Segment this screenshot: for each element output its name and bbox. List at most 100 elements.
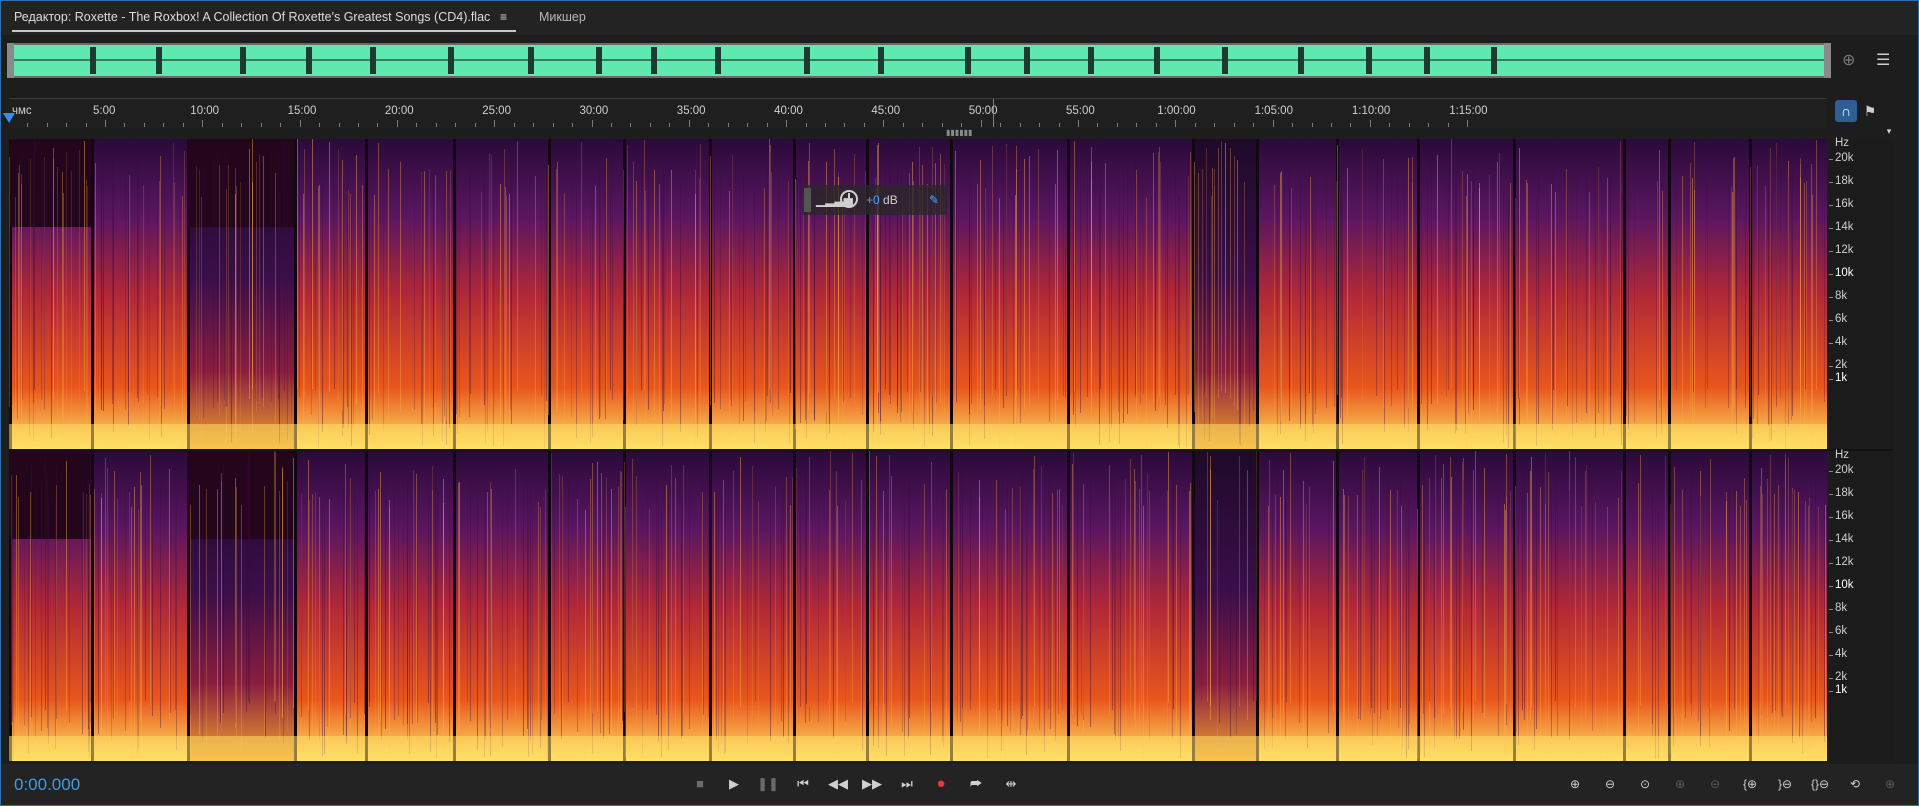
frequency-tick [1829, 563, 1833, 564]
ruler-tick-mark [1136, 123, 1138, 127]
zoom-out-full-button[interactable]: {}⊖ [1806, 773, 1834, 795]
frequency-tick [1829, 678, 1833, 679]
overview-right-handle[interactable] [1824, 43, 1831, 78]
ruler-tick-mark [649, 123, 651, 127]
zoom-out-frequency-button[interactable]: ⊖ [1701, 773, 1729, 795]
overview-left-handle[interactable] [7, 43, 14, 78]
ruler-tick-mark [455, 123, 457, 127]
go-to-start-button[interactable]: ⏮ [790, 773, 816, 795]
panel-layout-icon[interactable]: ☰ [1876, 50, 1890, 70]
ruler-tick-mark [299, 120, 301, 127]
ruler-tick-label: 25:00 [482, 105, 511, 117]
ruler-tick-mark [416, 123, 418, 127]
scroll-grip[interactable]: ▮▮▮▮▮▮ [946, 128, 976, 137]
ruler-tick-mark [610, 123, 612, 127]
zoom-to-selection-button[interactable]: ⊕ [1876, 773, 1904, 795]
zoom-in-frequency-button[interactable]: ⊕ [1666, 773, 1694, 795]
ruler-tick-label: 1:10:00 [1351, 105, 1391, 117]
ruler-tick-mark [591, 120, 593, 127]
ruler-tick-mark [182, 123, 184, 127]
zoom-reset-button[interactable]: ⊙ [1631, 773, 1659, 795]
ruler-tick-mark [1330, 123, 1332, 127]
ruler-tick-mark [572, 123, 574, 127]
ruler-tick-mark [513, 123, 515, 127]
ruler-tick-label: 30:00 [579, 105, 609, 117]
frequency-label: 14k [1835, 221, 1854, 233]
frequency-tick [1829, 586, 1833, 587]
volume-knob[interactable] [840, 190, 858, 208]
frequency-label: 18k [1835, 175, 1854, 187]
go-to-end-button[interactable]: ⏭ [894, 773, 920, 795]
ruler-tick-mark [357, 123, 359, 127]
frequency-tick [1829, 471, 1833, 472]
pin-icon[interactable]: ✎ [929, 193, 939, 207]
ruler-tick-mark [1194, 123, 1196, 127]
frequency-label: 20k [1835, 152, 1854, 164]
current-time[interactable]: 0:00.000 [14, 775, 80, 795]
ruler-tick-mark [1292, 123, 1294, 127]
frequency-axis-left: Hz 20k 18k 16k 14k 12k 10k 8k 6k 4k 2k 1k [1829, 137, 1893, 449]
marker-flag-icon[interactable]: ⚑ [1859, 100, 1881, 122]
record-button[interactable]: ● [928, 773, 954, 795]
play-button[interactable]: ▶ [721, 773, 747, 795]
tab-mixer[interactable]: Микшер [539, 10, 586, 24]
frequency-tick [1829, 494, 1833, 495]
frequency-label: 4k [1835, 336, 1848, 348]
ruler-tick-mark [1058, 123, 1060, 127]
frequency-label: 6k [1835, 313, 1848, 325]
ruler-tick-mark [1311, 123, 1313, 127]
ruler-tick-mark [474, 123, 476, 127]
frequency-label: 8k [1835, 602, 1848, 614]
ruler-tick-mark [396, 120, 398, 127]
zoom-in-time-button[interactable]: {⊕ [1736, 773, 1764, 795]
hud-grip[interactable] [804, 188, 811, 212]
snap-magnet-icon[interactable]: ∩ [1835, 100, 1857, 122]
waveform-overview[interactable] [9, 43, 1827, 78]
frequency-label: 6k [1835, 625, 1848, 637]
pause-button[interactable]: ❚❚ [755, 773, 781, 795]
rewind-button[interactable]: ◀◀ [825, 773, 851, 795]
ruler-tick-mark [338, 123, 340, 127]
ruler-tick-mark [66, 123, 68, 127]
fast-forward-button[interactable]: ▶▶ [859, 773, 885, 795]
tab-editor[interactable]: Редактор: Roxette - The Roxbox! A Collec… [14, 10, 490, 24]
skip-selection-button[interactable]: ⇹ [998, 773, 1024, 795]
ruler-tick-label: 55:00 [1066, 105, 1095, 117]
ruler-tick-mark [377, 123, 379, 127]
zoom-navigator-icon[interactable]: ⊕ [1842, 50, 1855, 70]
ruler-tick-label: 1:05:00 [1254, 105, 1293, 117]
ruler-tick-mark [1039, 123, 1041, 127]
ruler-tick-mark [825, 123, 827, 127]
ruler-tick-mark [124, 123, 126, 127]
zoom-out-time-button[interactable]: }⊖ [1771, 773, 1799, 795]
ruler-tick-mark [319, 123, 321, 127]
frequency-label: 12k [1835, 556, 1854, 568]
frequency-tick [1829, 228, 1833, 229]
ruler-tick-mark [1428, 123, 1430, 127]
frequency-tick [1829, 379, 1833, 380]
tab-menu-icon[interactable]: ≡ [500, 10, 507, 24]
ruler-tick-mark [260, 123, 262, 127]
frequency-label: 8k [1835, 290, 1848, 302]
ruler-tick-mark [961, 123, 963, 127]
ruler-tick-mark [1019, 123, 1021, 127]
zoom-selection-button[interactable]: ⟲ [1841, 773, 1869, 795]
volume-unit: dB [883, 193, 898, 207]
zoom-in-amplitude-button[interactable]: ⊕ [1561, 773, 1589, 795]
ruler-tick-mark [902, 123, 904, 127]
ruler-tick-label: 15:00 [287, 105, 317, 117]
time-ruler[interactable]: чмс 5:00 10:00 15:00 20:00 25:00 30:00 35:00 40… [9, 98, 1827, 129]
frequency-tick [1829, 182, 1833, 183]
ruler-tick-mark [863, 123, 865, 127]
frequency-tick [1829, 632, 1833, 633]
spectrogram-right-image [9, 451, 1827, 761]
spectrogram-channel-right[interactable] [9, 451, 1827, 761]
volume-hud[interactable]: ▁▂▃▅ +0 dB ✎ [802, 185, 947, 215]
transport-bar: 0:00.000 ■ ▶ ❚❚ ⏮ ◀◀ ▶▶ ⏭ ● ⮫ ⇹ ⊕ ⊖ ⊙ ⊕ … [1, 764, 1918, 805]
ruler-tick-mark [708, 123, 710, 127]
stop-button[interactable]: ■ [687, 773, 713, 795]
ruler-tick-label: 5:00 [93, 105, 116, 117]
playhead-marker[interactable] [3, 113, 15, 123]
zoom-out-amplitude-button[interactable]: ⊖ [1596, 773, 1624, 795]
loop-playback-button[interactable]: ⮫ [963, 773, 989, 795]
